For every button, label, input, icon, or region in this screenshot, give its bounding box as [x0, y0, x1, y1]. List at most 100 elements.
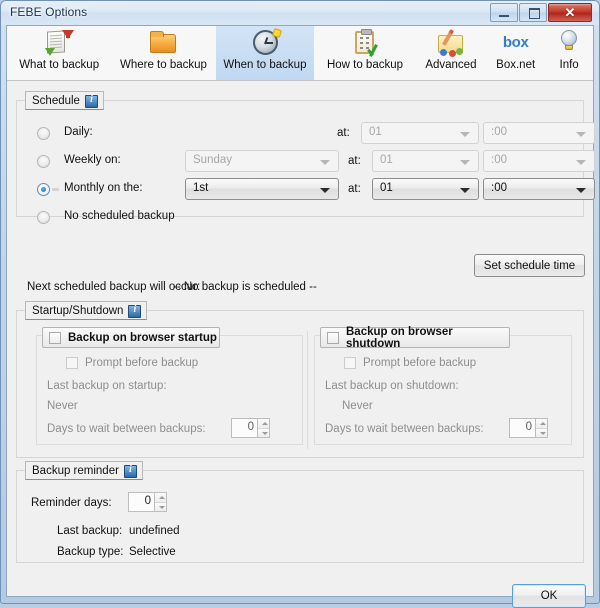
tab-label: How to backup — [326, 59, 404, 71]
startup-days-label: Days to wait between backups: — [47, 423, 206, 435]
schedule-legend-label: Schedule — [32, 95, 80, 107]
lightbulb-icon — [552, 28, 586, 58]
radio-monthly[interactable] — [37, 183, 50, 196]
shutdown-last-backup-value: Never — [342, 400, 373, 412]
checkbox-icon — [327, 331, 339, 344]
toolbox-icon — [434, 28, 468, 58]
shutdown-days-label: Days to wait between backups: — [325, 423, 484, 435]
at-label-daily: at: — [337, 127, 350, 139]
chevron-down-icon — [576, 160, 586, 165]
focus-indicator — [52, 188, 59, 191]
monthly-day-combo[interactable]: 1st — [185, 178, 339, 200]
monthly-hour-combo[interactable]: 01 — [372, 178, 479, 200]
shutdown-prompt-label: Prompt before backup — [363, 357, 477, 369]
ok-button-label: OK — [540, 590, 558, 602]
minimize-button[interactable] — [490, 3, 518, 22]
schedule-legend: Schedule — [25, 91, 104, 110]
label-no-schedule: No scheduled backup — [64, 210, 175, 222]
weekly-day-combo[interactable]: Sunday — [185, 150, 339, 172]
daily-minute-combo[interactable]: :00 — [483, 122, 595, 144]
backup-reminder-legend: Backup reminder — [25, 461, 143, 480]
next-backup-value: -- No backup is scheduled -- — [173, 281, 317, 293]
shutdown-days-spin-buttons[interactable] — [535, 418, 548, 438]
spin-down-icon[interactable] — [536, 428, 547, 437]
shutdown-days-value[interactable]: 0 — [509, 418, 535, 438]
daily-hour-combo[interactable]: 01 — [361, 122, 479, 144]
set-schedule-time-label: Set schedule time — [483, 259, 576, 272]
startup-prompt-label: Prompt before backup — [85, 357, 199, 369]
chevron-down-icon — [320, 188, 330, 193]
tab-how-to-backup[interactable]: How to backup — [314, 26, 415, 80]
clipboard-check-icon — [348, 28, 382, 58]
document-export-icon — [42, 28, 76, 58]
monthly-day-value: 1st — [193, 182, 209, 194]
shutdown-prompt-before-backup[interactable]: Prompt before backup — [344, 357, 476, 369]
title-bar: FEBE Options ✕ — [1, 1, 599, 25]
reminder-days-spin-buttons[interactable] — [154, 492, 167, 512]
at-label-monthly: at: — [348, 183, 361, 195]
monthly-minute-combo[interactable]: :00 — [483, 178, 595, 200]
tab-label: Where to backup — [119, 59, 207, 71]
tab-label: What to backup — [19, 59, 100, 71]
backup-on-browser-startup-toggle[interactable]: Backup on browser startup — [42, 327, 220, 348]
tab-info[interactable]: Info — [545, 26, 593, 80]
weekly-hour-combo[interactable]: 01 — [372, 150, 479, 172]
checkbox-icon — [66, 357, 78, 369]
chevron-down-icon — [460, 132, 470, 137]
reminder-backup-type-label: Backup type: — [57, 546, 124, 558]
chevron-down-icon — [576, 132, 586, 137]
tab-box-net[interactable]: box Box.net — [486, 26, 545, 80]
tab-what-to-backup[interactable]: What to backup — [7, 26, 111, 80]
chevron-down-icon — [460, 188, 470, 193]
client-area: What to backup Where to backup When to b… — [6, 25, 595, 608]
info-icon[interactable] — [128, 304, 142, 318]
tab-label: Advanced — [425, 59, 477, 71]
reminder-backup-type-value: Selective — [129, 546, 176, 558]
startup-days-spin-buttons[interactable] — [257, 418, 270, 438]
close-button[interactable]: ✕ — [548, 3, 592, 22]
weekly-minute-combo[interactable]: :00 — [483, 150, 595, 172]
spin-up-icon[interactable] — [536, 419, 547, 429]
radio-no-schedule[interactable] — [37, 211, 50, 224]
reminder-days-stepper[interactable]: 0 — [128, 492, 167, 512]
reminder-days-label: Reminder days: — [31, 497, 112, 509]
backup-reminder-panel: Backup reminder Reminder days: 0 Last ba… — [16, 461, 584, 563]
ok-button[interactable]: OK — [512, 584, 586, 608]
tab-advanced[interactable]: Advanced — [416, 26, 486, 80]
radio-daily[interactable] — [37, 127, 50, 140]
checkbox-icon — [49, 331, 61, 344]
spin-up-icon[interactable] — [155, 493, 166, 503]
backup-on-browser-shutdown-toggle[interactable]: Backup on browser shutdown — [320, 325, 510, 350]
at-label-weekly: at: — [348, 155, 361, 167]
backup-on-browser-shutdown-label: Backup on browser shutdown — [346, 325, 453, 350]
shutdown-days-stepper[interactable]: 0 — [509, 418, 548, 438]
daily-minute-value: :00 — [491, 126, 507, 138]
startup-days-stepper[interactable]: 0 — [231, 418, 270, 438]
label-daily: Daily: — [64, 126, 93, 138]
tab-when-to-backup[interactable]: When to backup — [215, 26, 315, 80]
weekly-day-value: Sunday — [193, 154, 233, 166]
spin-up-icon[interactable] — [258, 419, 269, 429]
tab-strip: What to backup Where to backup When to b… — [7, 26, 593, 81]
startup-prompt-before-backup[interactable]: Prompt before backup — [66, 357, 198, 369]
set-schedule-time-button[interactable]: Set schedule time — [474, 254, 585, 277]
startup-days-value[interactable]: 0 — [231, 418, 257, 438]
startup-last-backup-value: Never — [47, 400, 78, 412]
spin-down-icon[interactable] — [155, 502, 166, 511]
reminder-days-value[interactable]: 0 — [128, 492, 154, 512]
shutdown-last-backup-label: Last backup on shutdown: — [325, 380, 459, 392]
backup-reminder-legend-label: Backup reminder — [32, 465, 119, 477]
monthly-minute-value: :00 — [491, 182, 507, 194]
tab-where-to-backup[interactable]: Where to backup — [111, 26, 215, 80]
startup-last-backup-label: Last backup on startup: — [47, 380, 167, 392]
close-icon: ✕ — [564, 5, 576, 20]
info-icon[interactable] — [123, 464, 137, 478]
chevron-down-icon — [576, 188, 586, 193]
spin-down-icon[interactable] — [258, 428, 269, 437]
info-icon[interactable] — [84, 94, 98, 108]
maximize-button[interactable] — [519, 3, 547, 22]
monthly-hour-value: 01 — [380, 182, 393, 194]
radio-weekly[interactable] — [37, 155, 50, 168]
clock-icon — [248, 27, 283, 58]
schedule-panel: Schedule Daily: at: 01 :00 Weekly on: Su… — [16, 91, 595, 224]
